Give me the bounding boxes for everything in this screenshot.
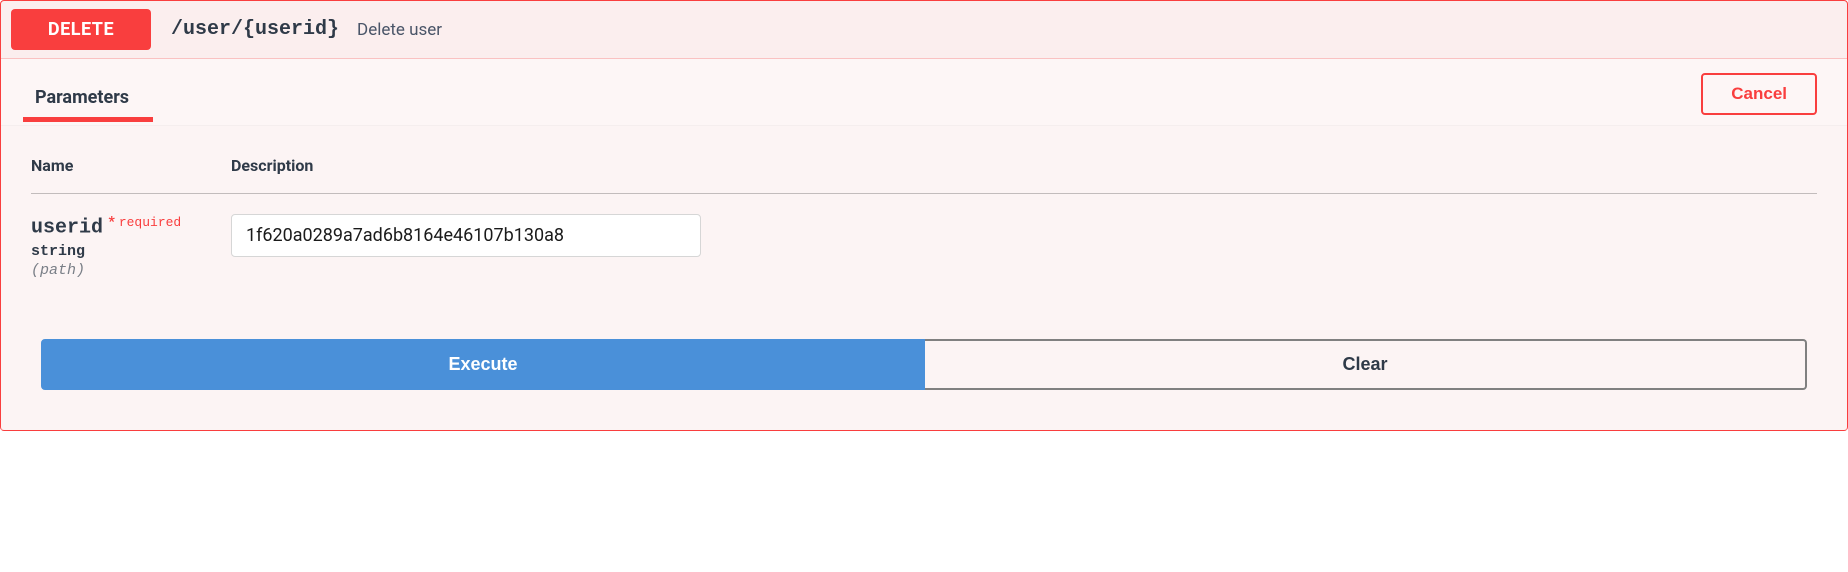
parameters-header: Parameters Cancel: [1, 59, 1847, 126]
col-header-name: Name: [31, 156, 231, 194]
param-in: (path): [31, 262, 231, 279]
execute-button[interactable]: Execute: [41, 339, 925, 390]
action-row: Execute Clear: [1, 339, 1847, 430]
param-required-label: required: [119, 215, 181, 230]
param-type: string: [31, 243, 231, 260]
operation-block: DELETE /user/{userid} Delete user Parame…: [0, 0, 1848, 431]
required-star-icon: *: [105, 214, 115, 230]
method-badge: DELETE: [11, 9, 151, 50]
operation-body: Parameters Cancel Name Description useri…: [1, 59, 1847, 430]
cancel-button[interactable]: Cancel: [1701, 73, 1817, 115]
endpoint-path: /user/{userid}: [171, 18, 339, 41]
col-header-description: Description: [231, 156, 1817, 194]
clear-button[interactable]: Clear: [925, 339, 1807, 390]
operation-summary-row[interactable]: DELETE /user/{userid} Delete user: [1, 1, 1847, 59]
endpoint-summary: Delete user: [357, 20, 442, 40]
param-name: userid: [31, 216, 103, 239]
param-input-userid[interactable]: [231, 214, 701, 257]
tab-parameters[interactable]: Parameters: [31, 77, 133, 122]
parameters-table: Name Description userid * required strin…: [31, 156, 1817, 319]
table-row: userid * required string (path): [31, 194, 1817, 320]
